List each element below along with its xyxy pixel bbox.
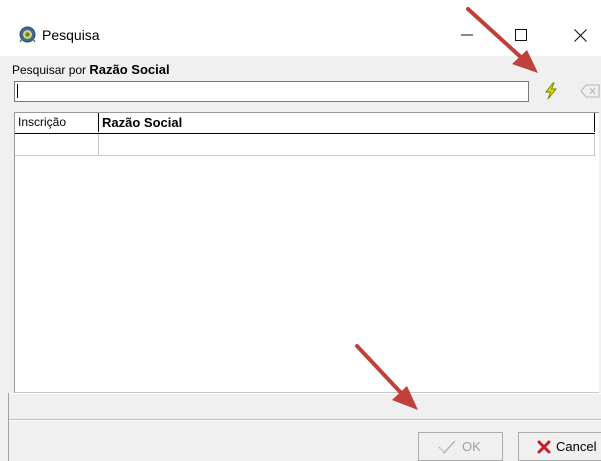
cancel-button-label: Cancel (556, 439, 597, 454)
search-dialog: Pesquisa Pesquisar por Razão Social Insc… (0, 0, 601, 461)
maximize-icon (515, 29, 527, 41)
window-title: Pesquisa (42, 27, 100, 43)
clear-search-button[interactable] (578, 80, 601, 102)
search-field-name: Razão Social (89, 62, 170, 77)
status-bar (8, 393, 601, 420)
panel-divider (8, 393, 9, 461)
cell-inscricao[interactable] (15, 134, 99, 155)
text-caret (17, 84, 18, 98)
search-input[interactable] (14, 81, 529, 102)
cell-razao-social[interactable] (99, 134, 595, 155)
maximize-button[interactable] (500, 14, 542, 56)
lightning-icon (544, 82, 558, 100)
minimize-button[interactable] (446, 14, 488, 56)
minimize-icon (461, 34, 473, 36)
cancel-button[interactable]: Cancel (518, 432, 601, 461)
column-header-inscricao[interactable]: Inscrição (15, 113, 99, 132)
check-icon (438, 440, 456, 454)
app-emblem-icon (19, 26, 36, 43)
eraser-icon (580, 84, 600, 98)
close-icon (573, 28, 587, 42)
table-row[interactable] (15, 134, 595, 156)
title-bar: Pesquisa (0, 0, 601, 56)
search-by-prefix: Pesquisar por (12, 63, 90, 77)
results-grid[interactable]: Inscrição Razão Social (14, 112, 599, 393)
button-panel (8, 420, 601, 461)
column-header-razao-social[interactable]: Razão Social (99, 113, 595, 132)
grid-header: Inscrição Razão Social (15, 113, 595, 134)
search-by-label: Pesquisar por Razão Social (12, 62, 170, 78)
ok-button[interactable]: OK (418, 432, 503, 461)
red-x-icon (537, 440, 551, 453)
execute-search-button[interactable] (539, 80, 563, 102)
close-button[interactable] (559, 14, 601, 56)
ok-button-label: OK (462, 439, 481, 454)
